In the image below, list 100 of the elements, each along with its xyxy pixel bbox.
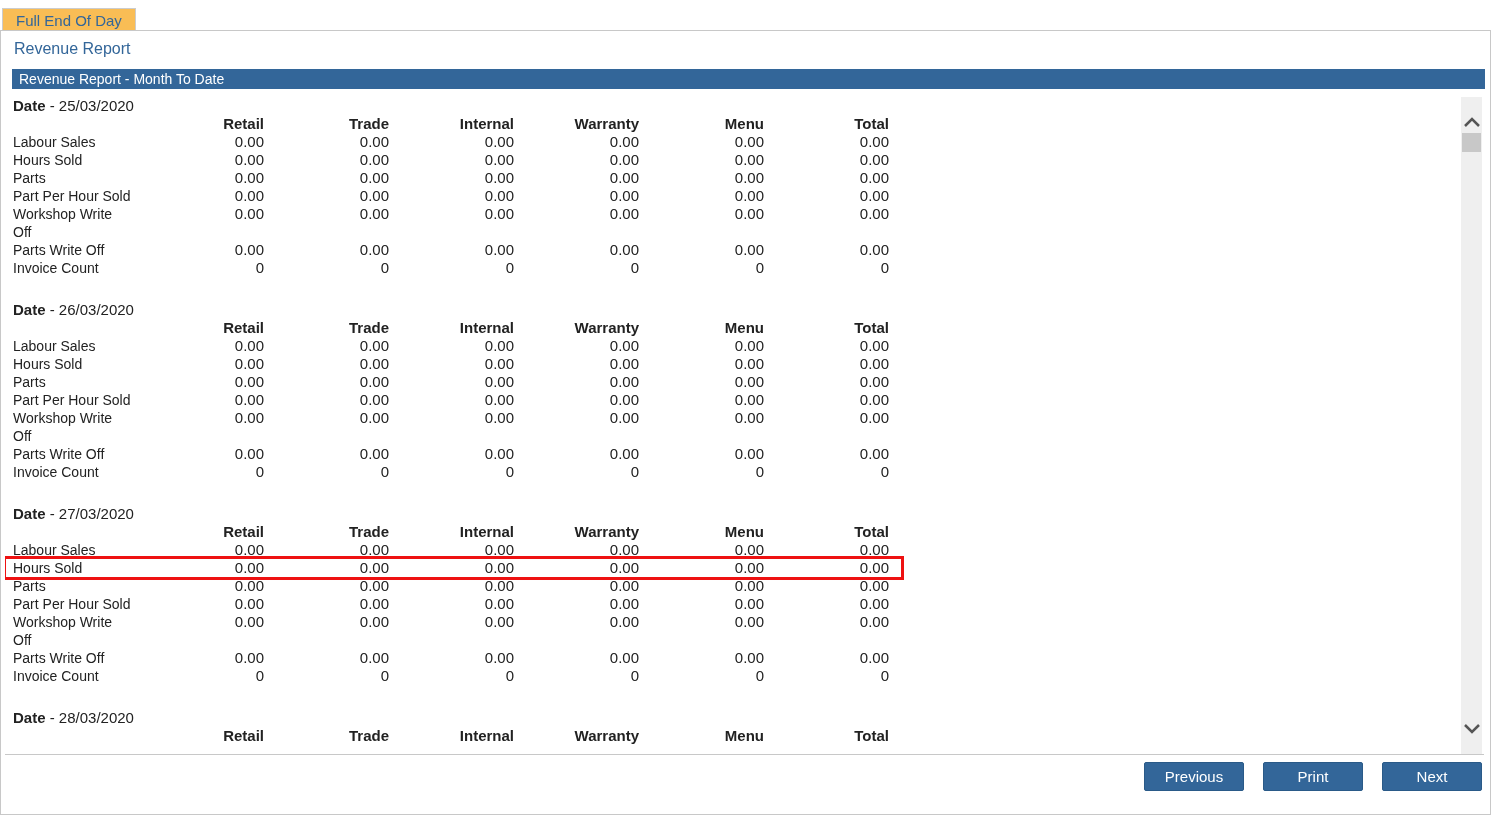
- row-label: Workshop Write Off: [13, 409, 114, 445]
- row-label: Parts Write Off: [13, 649, 106, 667]
- scrollbar[interactable]: [1461, 97, 1482, 754]
- table-cell-text: 0.00: [233, 445, 264, 463]
- table-cell-text: 0.00: [358, 613, 389, 632]
- table-cell-text: 0: [504, 463, 514, 481]
- table-cell-text: 0.00: [733, 445, 764, 463]
- nav-button[interactable]: Print: [1263, 762, 1363, 791]
- table-cell-text: 0: [879, 667, 889, 685]
- column-header: Retail: [222, 523, 264, 541]
- column-header: Retail: [222, 319, 264, 337]
- row-label: Hours Sold: [13, 559, 84, 577]
- table-cell-text: 0.00: [608, 577, 639, 595]
- table-cell-text: 0.00: [733, 595, 764, 613]
- table-cell-text: 0.00: [733, 169, 764, 187]
- row-label: Part Per Hour Sold: [13, 187, 132, 205]
- table-cell-text: 0: [379, 259, 389, 277]
- row-label: Parts: [13, 373, 47, 391]
- table-cell-text: 0.00: [858, 133, 889, 151]
- table-cell-text: 0: [754, 667, 764, 685]
- tab[interactable]: Full End Of Day: [2, 8, 136, 30]
- row-label: Invoice Count: [13, 463, 100, 481]
- table-cell-text: 0.00: [858, 151, 889, 169]
- table-cell-text: 0.00: [858, 337, 889, 355]
- table-cell-text: 0.00: [483, 595, 514, 613]
- table-cell-text: 0.00: [483, 373, 514, 391]
- table-cell-text: 0.00: [233, 373, 264, 391]
- table-cell-text: 0.00: [358, 241, 389, 259]
- table-cell-text: 0.00: [358, 541, 389, 559]
- date-heading: Date - 26/03/2020: [13, 301, 135, 319]
- table-cell-text: 0.00: [858, 391, 889, 409]
- table-cell-text: 0.00: [358, 187, 389, 205]
- report-header: Revenue Report - Month To Date: [12, 69, 1485, 89]
- row-label: Part Per Hour Sold: [13, 595, 132, 613]
- table-cell-text: 0.00: [733, 541, 764, 559]
- table-cell-text: 0: [629, 667, 639, 685]
- table-cell-text: 0.00: [358, 577, 389, 595]
- table-cell-text: 0.00: [608, 559, 639, 577]
- table-cell-text: 0: [504, 259, 514, 277]
- table-cell-text: 0.00: [233, 541, 264, 559]
- table-cell-text: 0.00: [733, 241, 764, 259]
- table-cell-text: 0.00: [858, 205, 889, 224]
- table-cell-text: 0.00: [733, 649, 764, 667]
- table-cell-text: 0.00: [608, 595, 639, 613]
- scrollbar-thumb[interactable]: [1462, 133, 1481, 152]
- table-cell-text: 0.00: [733, 559, 764, 577]
- date-heading: Date - 27/03/2020: [13, 505, 135, 523]
- column-header: Total: [853, 115, 889, 133]
- table-cell-text: 0.00: [483, 559, 514, 577]
- table-cell-text: 0.00: [733, 577, 764, 595]
- column-header: Trade: [347, 523, 389, 541]
- table-cell-text: 0.00: [733, 391, 764, 409]
- column-header: Total: [853, 319, 889, 337]
- table-cell-text: 0.00: [733, 409, 764, 428]
- table-cell-text: 0.00: [233, 577, 264, 595]
- row-label: Labour Sales: [13, 541, 97, 559]
- scroll-down-icon[interactable]: [1463, 724, 1480, 734]
- table-cell-text: 0.00: [608, 391, 639, 409]
- row-label: Labour Sales: [13, 133, 97, 151]
- table-cell-text: 0.00: [358, 409, 389, 428]
- nav-button[interactable]: Previous: [1144, 762, 1244, 791]
- table-cell-text: 0.00: [608, 541, 639, 559]
- table-cell-text: 0.00: [233, 409, 264, 428]
- table-cell-text: 0.00: [733, 355, 764, 373]
- column-header: Retail: [222, 727, 264, 745]
- nav-button[interactable]: Next: [1382, 762, 1482, 791]
- column-header: Warranty: [573, 727, 639, 745]
- table-cell-text: 0.00: [608, 187, 639, 205]
- table-cell-text: 0.00: [608, 649, 639, 667]
- table-cell-text: 0: [379, 463, 389, 481]
- column-header: Internal: [458, 115, 514, 133]
- table-cell-text: 0.00: [733, 337, 764, 355]
- scroll-up-icon[interactable]: [1463, 117, 1480, 127]
- table-cell-text: 0: [754, 259, 764, 277]
- table-cell-text: 0.00: [483, 169, 514, 187]
- table-cell-text: 0.00: [483, 241, 514, 259]
- row-label: Parts: [13, 169, 47, 187]
- table-cell-text: 0.00: [608, 373, 639, 391]
- table-cell-text: 0.00: [358, 151, 389, 169]
- date-heading: Date - 25/03/2020: [13, 97, 135, 115]
- column-header: Total: [853, 727, 889, 745]
- table-cell-text: 0.00: [233, 355, 264, 373]
- table-cell-text: 0.00: [858, 445, 889, 463]
- table-cell-text: 0.00: [483, 649, 514, 667]
- table-cell-text: 0.00: [358, 169, 389, 187]
- table-cell-text: 0.00: [608, 409, 639, 428]
- table-cell-text: 0.00: [233, 613, 264, 632]
- page-title: Revenue Report: [13, 39, 132, 59]
- column-header: Internal: [458, 727, 514, 745]
- table-cell-text: 0.00: [233, 151, 264, 169]
- column-header: Menu: [723, 115, 764, 133]
- table-cell-text: 0.00: [608, 445, 639, 463]
- row-label: Parts: [13, 577, 47, 595]
- table-cell-text: 0.00: [733, 187, 764, 205]
- table-cell-text: 0.00: [733, 613, 764, 632]
- table-cell-text: 0.00: [858, 613, 889, 632]
- row-label: Parts Write Off: [13, 445, 106, 463]
- table-cell-text: 0.00: [233, 559, 264, 577]
- column-header: Trade: [347, 727, 389, 745]
- table-cell-text: 0: [254, 259, 264, 277]
